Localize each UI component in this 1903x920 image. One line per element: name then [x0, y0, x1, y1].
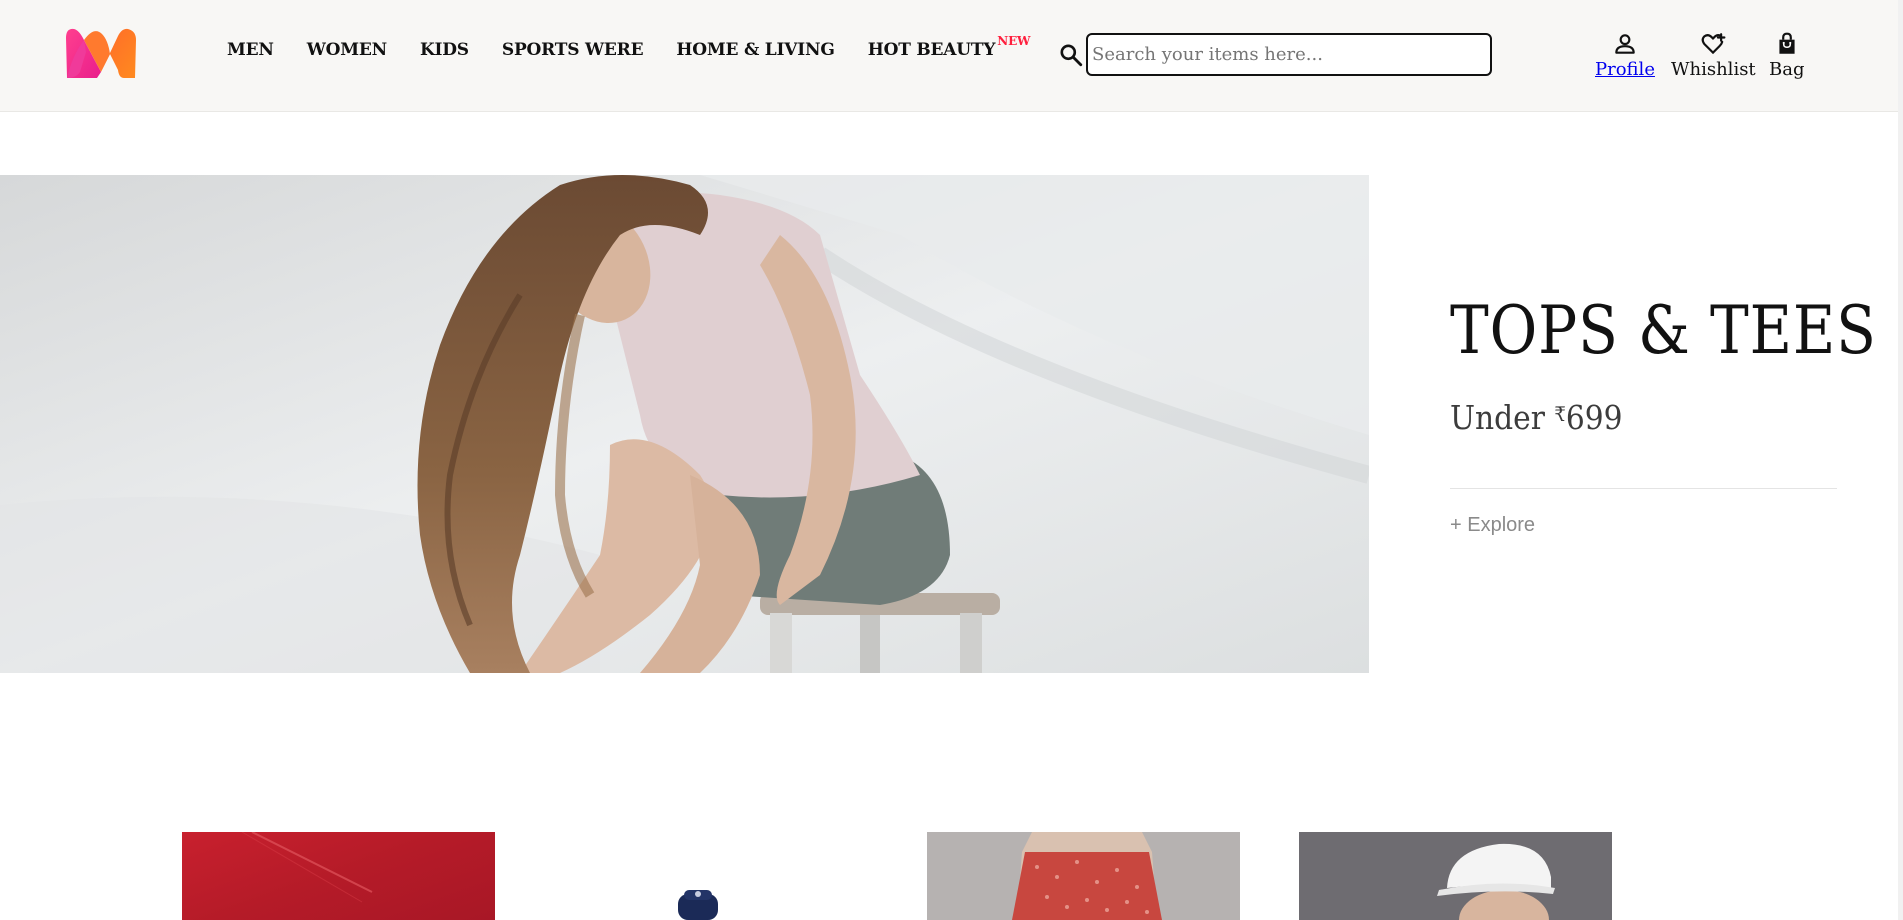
myntra-logo-icon — [66, 28, 136, 78]
explore-link[interactable]: + Explore — [1450, 514, 1535, 537]
nav-item-hot-beauty[interactable]: HOT BEAUTY NEW — [867, 34, 1031, 60]
nav-item-home-living[interactable]: HOME & LIVING — [676, 40, 835, 60]
site-header: MEN WOMEN KIDS SPORTS WERE HOME & LIVING… — [0, 0, 1898, 112]
product-image-cap — [1299, 832, 1612, 920]
hero-subtitle-prefix: Under — [1450, 398, 1555, 437]
bag-label: Bag — [1769, 59, 1805, 80]
new-badge: NEW — [997, 34, 1031, 48]
hero-divider — [1450, 488, 1837, 489]
nav-item-kids[interactable]: KIDS — [420, 40, 469, 60]
nav-item-sports[interactable]: SPORTS WERE — [502, 40, 644, 60]
product-image-red — [241, 832, 373, 903]
heart-plus-icon — [1701, 33, 1726, 54]
hero-title: TOPS & TEES — [1450, 292, 1877, 369]
wishlist-label: Whishlist — [1671, 59, 1756, 80]
nav-item-hot-beauty-label: HOT BEAUTY — [867, 40, 996, 60]
main-nav: MEN WOMEN KIDS SPORTS WERE HOME & LIVING… — [227, 34, 1031, 60]
shopping-bag-icon — [1779, 32, 1795, 54]
product-tile[interactable] — [1299, 832, 1612, 920]
rupee-symbol: ₹ — [1554, 402, 1566, 426]
product-image-bottle — [678, 890, 718, 920]
search-icon[interactable] — [1058, 42, 1084, 68]
page-scrollbar[interactable] — [1898, 0, 1903, 920]
bag-button[interactable]: Bag — [1769, 31, 1804, 82]
hero-model-photo — [0, 175, 1369, 673]
product-tile[interactable] — [182, 832, 495, 920]
hero-subtitle: Under ₹699 — [1450, 398, 1623, 437]
search-input[interactable] — [1086, 33, 1492, 76]
product-image-skirt — [927, 832, 1240, 920]
profile-button[interactable]: Profile — [1595, 31, 1655, 82]
profile-label: Profile — [1595, 59, 1655, 80]
hero-banner-image[interactable] — [0, 175, 1369, 673]
product-tile[interactable] — [927, 832, 1240, 920]
user-icon — [1615, 34, 1635, 54]
hero-price: 699 — [1565, 398, 1623, 437]
product-tile[interactable] — [554, 832, 867, 920]
wishlist-button[interactable]: Whishlist — [1671, 31, 1756, 82]
nav-item-women[interactable]: WOMEN — [307, 40, 387, 60]
nav-item-men[interactable]: MEN — [227, 40, 274, 60]
